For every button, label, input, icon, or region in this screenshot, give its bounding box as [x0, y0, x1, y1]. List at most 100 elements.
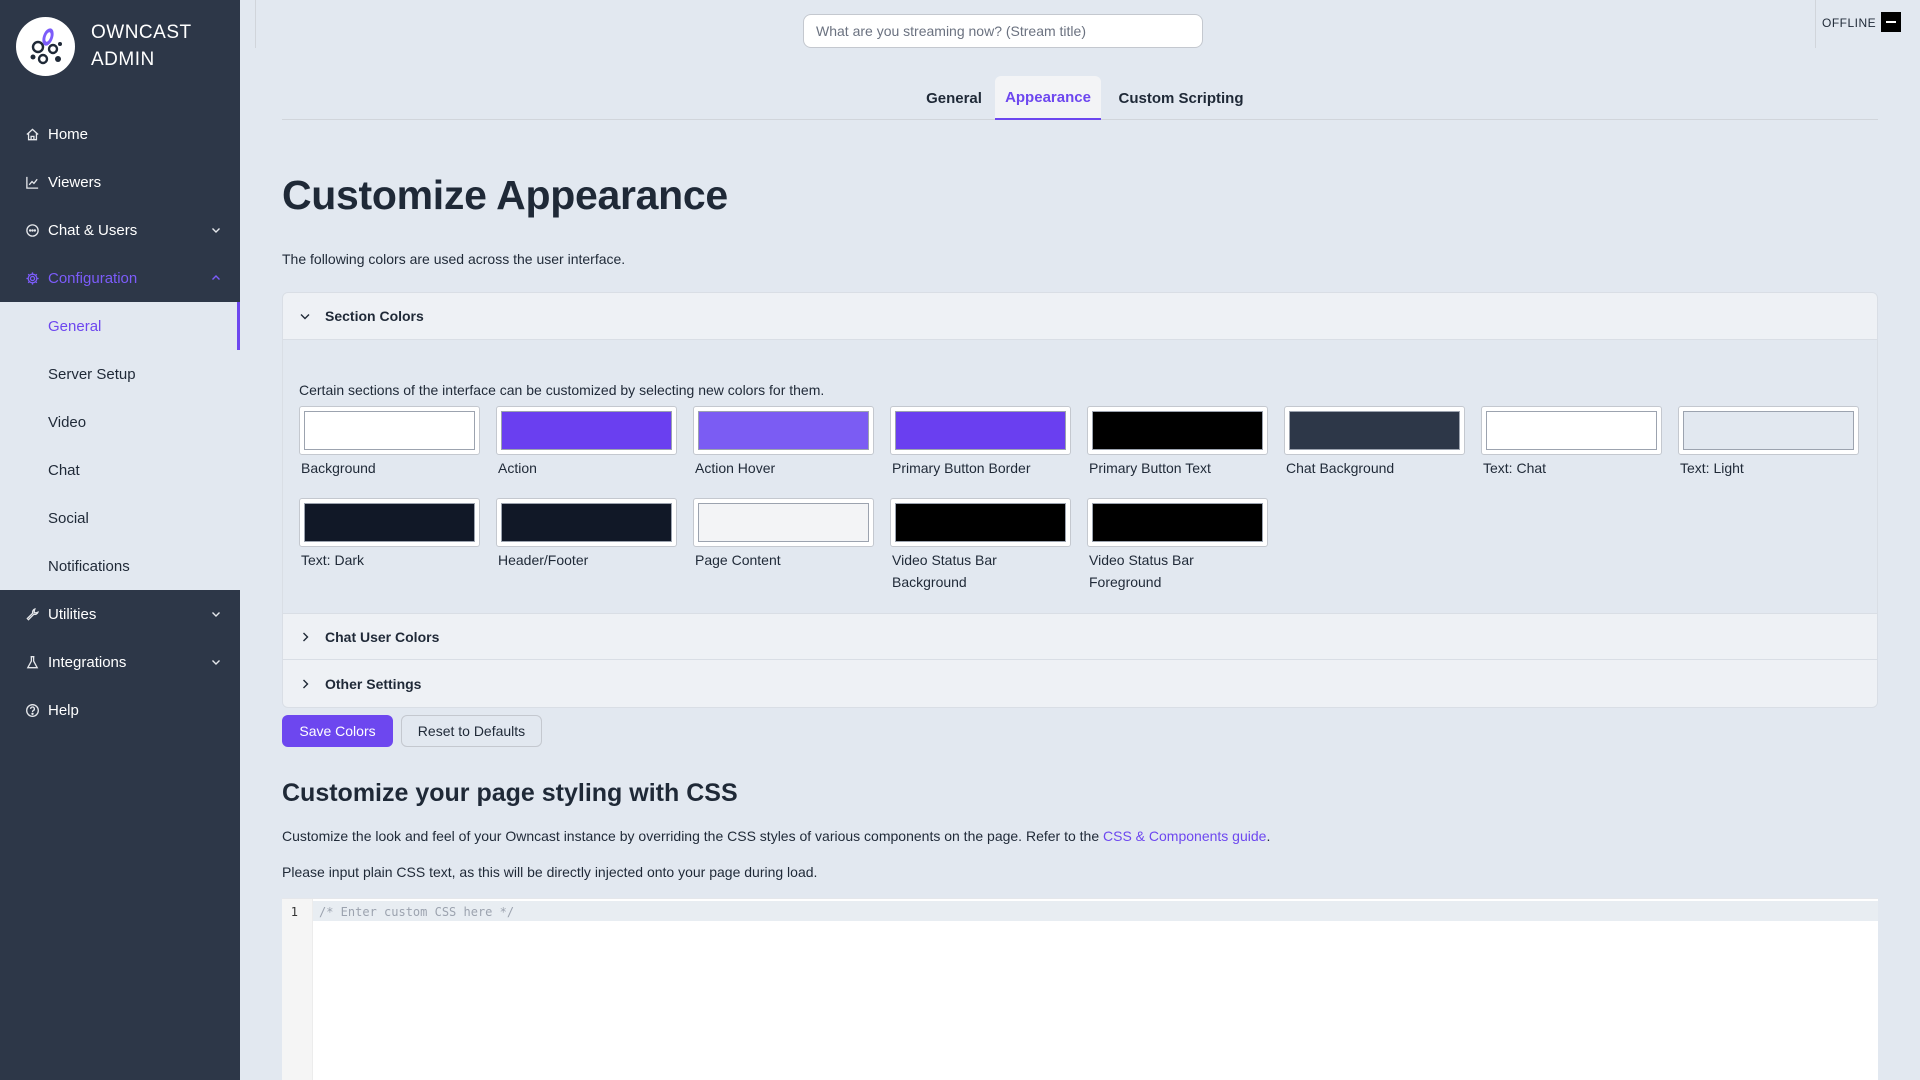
editor-gutter: 1: [282, 899, 313, 1080]
line-chart-icon: [24, 174, 40, 190]
swatch-fill: [698, 503, 869, 542]
color-label: Page Content: [695, 552, 781, 568]
chevron-right-icon: [303, 632, 309, 641]
submenu-item-label: Chat: [48, 461, 80, 479]
color-label: Text: Chat: [1483, 460, 1547, 476]
swatch-fill: [304, 411, 475, 450]
sidebar-item-label: Home: [48, 125, 89, 143]
swatch-fill: [1289, 411, 1460, 450]
color-picker-text-light[interactable]: [1678, 406, 1859, 455]
appearance-collapse: Section Colors Certain sections of the i…: [282, 292, 1878, 708]
color-picker-background[interactable]: [299, 406, 480, 455]
question-icon: [24, 702, 40, 718]
color-label: Primary Button Border: [892, 460, 1031, 476]
color-picker-chat-background[interactable]: [1284, 406, 1465, 455]
sidebar-item-viewers[interactable]: Viewers: [0, 158, 240, 206]
chat-user-colors-header[interactable]: Chat User Colors: [283, 613, 1877, 660]
editor-placeholder: /* Enter custom CSS here */: [319, 905, 515, 919]
swatch-fill: [501, 503, 672, 542]
css-description-end: .: [1266, 828, 1271, 844]
swatch-fill: [1486, 411, 1657, 450]
submenu-item-label: General: [48, 317, 102, 335]
color-picker-header-footer[interactable]: [496, 498, 677, 547]
status-collapse-button[interactable]: [1881, 12, 1901, 32]
chevron-down-icon: [212, 612, 220, 617]
submenu-item-notifications[interactable]: Notifications: [0, 542, 240, 590]
brand-title: OWNCAST ADMIN: [91, 19, 192, 73]
save-colors-button[interactable]: Save Colors: [282, 715, 393, 747]
tab-custom-scripting[interactable]: Custom Scripting: [1112, 76, 1250, 120]
submenu-item-chat[interactable]: Chat: [0, 446, 240, 494]
sidebar-item-integrations[interactable]: Integrations: [0, 638, 240, 686]
swatch-fill: [698, 411, 869, 450]
brand-line-1: OWNCAST: [91, 22, 192, 43]
css-instructions: Please input plain CSS text, as this wil…: [282, 864, 818, 880]
sidebar-item-label: Integrations: [48, 653, 127, 671]
panel-title: Other Settings: [325, 675, 422, 692]
color-label: Primary Button Text: [1089, 460, 1211, 476]
stream-title-input[interactable]: [803, 14, 1203, 48]
submenu-item-label: Social: [48, 509, 89, 527]
section-colors-description: Certain sections of the interface can be…: [299, 382, 825, 398]
color-label: Header/Footer: [498, 552, 589, 568]
chevron-right-icon: [303, 679, 309, 688]
chevron-down-icon: [212, 660, 220, 665]
config-tabs: General Appearance Custom Scripting: [282, 76, 1878, 120]
color-picker-primary-button-border[interactable]: [890, 406, 1071, 455]
tab-general[interactable]: General: [910, 76, 998, 120]
chevron-down-icon: [212, 228, 220, 233]
tab-label: General: [926, 89, 982, 107]
sidebar-item-configuration[interactable]: Configuration: [0, 254, 240, 302]
message-icon: [24, 222, 40, 238]
sidebar-item-label: Help: [48, 701, 79, 719]
sidebar-item-chat-users[interactable]: Chat & Users: [0, 206, 240, 254]
page-scrollbar[interactable]: [1911, 0, 1920, 1080]
submenu-item-server-setup[interactable]: Server Setup: [0, 350, 240, 398]
brand[interactable]: OWNCAST ADMIN: [0, 0, 240, 92]
owncast-logo: [16, 16, 75, 76]
color-picker-primary-button-text[interactable]: [1087, 406, 1268, 455]
tab-appearance[interactable]: Appearance: [995, 76, 1101, 120]
color-picker-page-content[interactable]: [693, 498, 874, 547]
submenu-item-label: Video: [48, 413, 87, 431]
sidebar-item-help[interactable]: Help: [0, 686, 240, 734]
other-settings-header[interactable]: Other Settings: [283, 660, 1877, 707]
css-description-text: Customize the look and feel of your Ownc…: [282, 828, 1103, 844]
swatch-fill: [304, 503, 475, 542]
color-label: Video Status Bar Background: [892, 552, 997, 590]
brand-line-2: ADMIN: [91, 49, 155, 70]
color-label: Text: Light: [1680, 460, 1744, 476]
section-colors-header[interactable]: Section Colors: [283, 293, 1877, 340]
color-label: Chat Background: [1286, 460, 1395, 476]
color-label: Video Status Bar Foreground: [1089, 552, 1194, 590]
css-components-guide-link[interactable]: CSS & Components guide: [1103, 828, 1266, 844]
submenu-item-video[interactable]: Video: [0, 398, 240, 446]
minus-icon: [1886, 21, 1896, 23]
sidebar-item-label: Viewers: [48, 173, 102, 191]
editor-active-line: [313, 901, 1878, 921]
submenu-item-label: Server Setup: [48, 365, 136, 383]
color-picker-text-dark[interactable]: [299, 498, 480, 547]
submenu-item-social[interactable]: Social: [0, 494, 240, 542]
color-picker-text-chat[interactable]: [1481, 406, 1662, 455]
reset-defaults-button[interactable]: Reset to Defaults: [401, 715, 542, 747]
submenu-item-general[interactable]: General: [0, 302, 240, 350]
color-picker-action[interactable]: [496, 406, 677, 455]
tool-icon: [24, 606, 40, 622]
color-picker-action-hover[interactable]: [693, 406, 874, 455]
color-picker-video-status-bar-foreground[interactable]: [1087, 498, 1268, 547]
sidebar-nav: Home Viewers Chat & Users Configuration …: [0, 110, 240, 734]
sidebar-item-utilities[interactable]: Utilities: [0, 590, 240, 638]
color-picker-video-status-bar-background[interactable]: [890, 498, 1071, 547]
sidebar-item-label: Configuration: [48, 269, 138, 287]
swatch-fill: [895, 503, 1066, 542]
color-label: Background: [301, 460, 376, 476]
panel-title: Chat User Colors: [325, 628, 440, 645]
css-description: Customize the look and feel of your Ownc…: [282, 828, 1270, 844]
sidebar-item-label: Chat & Users: [48, 221, 138, 239]
tab-label: Custom Scripting: [1118, 89, 1244, 107]
color-label: Action: [498, 460, 537, 476]
chevron-up-icon: [212, 275, 220, 280]
css-code-editor[interactable]: 1 /* Enter custom CSS here */: [282, 898, 1878, 1080]
sidebar-item-home[interactable]: Home: [0, 110, 240, 158]
